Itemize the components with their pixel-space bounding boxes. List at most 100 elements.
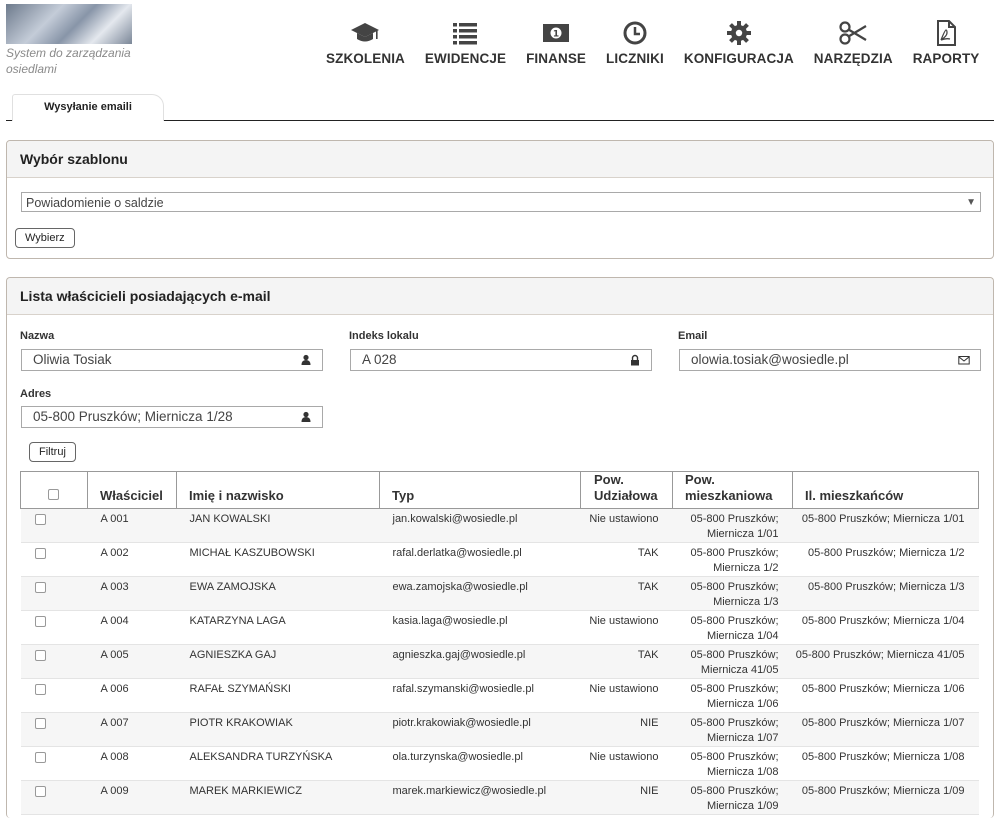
row-checkbox[interactable] — [34, 684, 46, 695]
panel-title: Wybór szablonu — [7, 141, 993, 178]
template-select[interactable]: Powiadomienie o saldzie ▼ — [21, 192, 981, 212]
share-cell: Nie ustawiono — [580, 678, 673, 713]
owner-cell: A 005 — [87, 644, 177, 679]
residential-cell: 05-800 Pruszków; Miernicza 1/08 — [672, 746, 793, 781]
row-select-cell — [20, 576, 88, 611]
nav-item-liczniki[interactable]: LICZNIKI — [606, 20, 664, 66]
table-row[interactable]: A 005 AGNIESZKA GAJ agnieszka.gaj@wosied… — [20, 644, 979, 679]
email-cell: rafal.szymanski@wosiedle.pl — [379, 678, 581, 713]
row-select-cell — [20, 746, 88, 781]
column-header[interactable]: Imię i nazwisko — [176, 471, 380, 509]
share-cell: TAK — [580, 542, 673, 577]
nav-label: KONFIGURACJA — [683, 51, 794, 66]
address-input-value: 05-800 Pruszków; Miernicza 1/28 — [33, 409, 233, 424]
row-checkbox[interactable] — [34, 548, 46, 559]
nav-item-raporty[interactable]: RAPORTY — [913, 20, 980, 66]
column-header[interactable]: Il. mieszkańców — [792, 471, 979, 509]
row-select-cell — [20, 678, 88, 713]
chevron-down-icon: ▼ — [966, 197, 976, 208]
template-panel: Wybór szablonu Powiadomienie o saldzie ▼… — [6, 140, 994, 259]
email-input[interactable]: olowia.tosiak@wosiedle.pl — [679, 349, 981, 371]
name-input-value: Oliwia Tosiak — [33, 352, 112, 367]
row-select-cell — [20, 712, 88, 747]
row-checkbox[interactable] — [34, 718, 46, 729]
email-cell: ola.turzynska@wosiedle.pl — [379, 746, 581, 781]
row-select-cell — [20, 542, 88, 577]
owner-cell: A 003 — [87, 576, 177, 611]
table-row[interactable]: A 004 KATARZYNA LAGA kasia.laga@wosiedle… — [20, 610, 979, 645]
share-cell: NIE — [580, 780, 673, 815]
app-subtitle: System do zarządzania osiedlami — [6, 46, 131, 76]
email-input-value: olowia.tosiak@wosiedle.pl — [691, 352, 849, 367]
owner-cell: A 008 — [87, 746, 177, 781]
table-body: A 001 JAN KOWALSKI jan.kowalski@wosiedle… — [20, 508, 979, 815]
app-logo[interactable] — [6, 4, 132, 44]
name-cell: PIOTR KRAKOWIAK — [176, 712, 380, 747]
column-header[interactable]: Właściciel — [87, 471, 177, 509]
list-icon — [453, 23, 478, 45]
name-cell: MICHAŁ KASZUBOWSKI — [176, 542, 380, 577]
table-row[interactable]: A 009 MAREK MARKIEWICZ marek.markiewicz@… — [20, 780, 979, 815]
select-all-checkbox[interactable] — [48, 489, 59, 500]
email-cell: marek.markiewicz@wosiedle.pl — [379, 780, 581, 815]
nav-item-szkolenia[interactable]: SZKOLENIA — [326, 20, 405, 66]
owner-cell: A 002 — [87, 542, 177, 577]
nav-label: FINANSE — [526, 51, 587, 66]
table-row[interactable]: A 008 ALEKSANDRA TURZYŃSKA ola.turzynska… — [20, 746, 979, 781]
name-cell: RAFAŁ SZYMAŃSKI — [176, 678, 380, 713]
choose-button[interactable]: Wybierz — [15, 228, 75, 248]
money-icon: 1 — [543, 24, 570, 42]
address-label: Adres — [20, 388, 52, 400]
row-checkbox[interactable] — [34, 786, 46, 797]
nav-item-ewidencje[interactable]: EWIDENCJE — [425, 20, 506, 66]
table-row[interactable]: A 006 RAFAŁ SZYMAŃSKI rafal.szymanski@wo… — [20, 678, 979, 713]
index-input[interactable]: A 028 — [350, 349, 652, 371]
row-checkbox[interactable] — [34, 582, 46, 593]
template-select-value: Powiadomienie o saldzie — [26, 196, 164, 210]
email-cell: rafal.derlatka@wosiedle.pl — [379, 542, 581, 577]
row-checkbox[interactable] — [34, 650, 46, 661]
column-header[interactable]: Pow. Udziałowa — [580, 471, 673, 509]
nav-item-finanse[interactable]: 1 FINANSE — [526, 20, 586, 66]
owners-panel: Lista właścicieli posiadających e-mail N… — [6, 277, 994, 818]
nav-item-konfiguracja[interactable]: KONFIGURACJA — [684, 20, 794, 66]
index-input-value: A 028 — [362, 352, 397, 367]
tab-wysylanie-emaili[interactable]: Wysyłanie emaili — [12, 94, 164, 121]
column-header[interactable]: Pow. mieszkaniowa — [672, 471, 793, 509]
table-row[interactable]: A 003 EWA ZAMOJSKA ewa.zamojska@wosiedle… — [20, 576, 979, 611]
row-select-cell — [20, 644, 88, 679]
nav-label: LICZNIKI — [606, 51, 664, 66]
row-checkbox[interactable] — [34, 514, 46, 525]
user-icon — [301, 411, 311, 422]
name-input[interactable]: Oliwia Tosiak — [21, 349, 323, 371]
residents-cell: 05-800 Pruszków; Miernicza 1/3 — [792, 576, 979, 611]
share-cell: TAK — [580, 644, 673, 679]
column-header[interactable]: Typ — [379, 471, 581, 509]
residential-cell: 05-800 Pruszków; Miernicza 1/3 — [672, 576, 793, 611]
owner-cell: A 006 — [87, 678, 177, 713]
panel-title: Lista właścicieli posiadających e-mail — [7, 278, 993, 315]
residents-cell: 05-800 Pruszków; Miernicza 1/04 — [792, 610, 979, 645]
row-select-cell — [20, 780, 88, 815]
row-checkbox[interactable] — [34, 752, 46, 763]
owner-cell: A 009 — [87, 780, 177, 815]
graduation-cap-icon — [351, 23, 380, 42]
scissors-icon — [839, 21, 867, 45]
residential-cell: 05-800 Pruszków; Miernicza 1/2 — [672, 542, 793, 577]
residents-cell: 05-800 Pruszków; Miernicza 1/06 — [792, 678, 979, 713]
nav-item-narzedzia[interactable]: NARZĘDZIA — [814, 20, 893, 66]
table-row[interactable]: A 007 PIOTR KRAKOWIAK piotr.krakowiak@wo… — [20, 712, 979, 747]
row-checkbox[interactable] — [34, 616, 46, 627]
address-input[interactable]: 05-800 Pruszków; Miernicza 1/28 — [21, 406, 323, 428]
row-select-cell — [20, 508, 88, 543]
lock-icon — [631, 354, 639, 366]
name-cell: ALEKSANDRA TURZYŃSKA — [176, 746, 380, 781]
name-cell: EWA ZAMOJSKA — [176, 576, 380, 611]
table-row[interactable]: A 002 MICHAŁ KASZUBOWSKI rafal.derlatka@… — [20, 542, 979, 577]
svg-text:1: 1 — [553, 30, 559, 40]
residents-cell: 05-800 Pruszków; Miernicza 1/2 — [792, 542, 979, 577]
name-cell: AGNIESZKA GAJ — [176, 644, 380, 679]
share-cell: Nie ustawiono — [580, 610, 673, 645]
filter-button[interactable]: Filtruj — [29, 442, 76, 462]
table-row[interactable]: A 001 JAN KOWALSKI jan.kowalski@wosiedle… — [20, 508, 979, 543]
